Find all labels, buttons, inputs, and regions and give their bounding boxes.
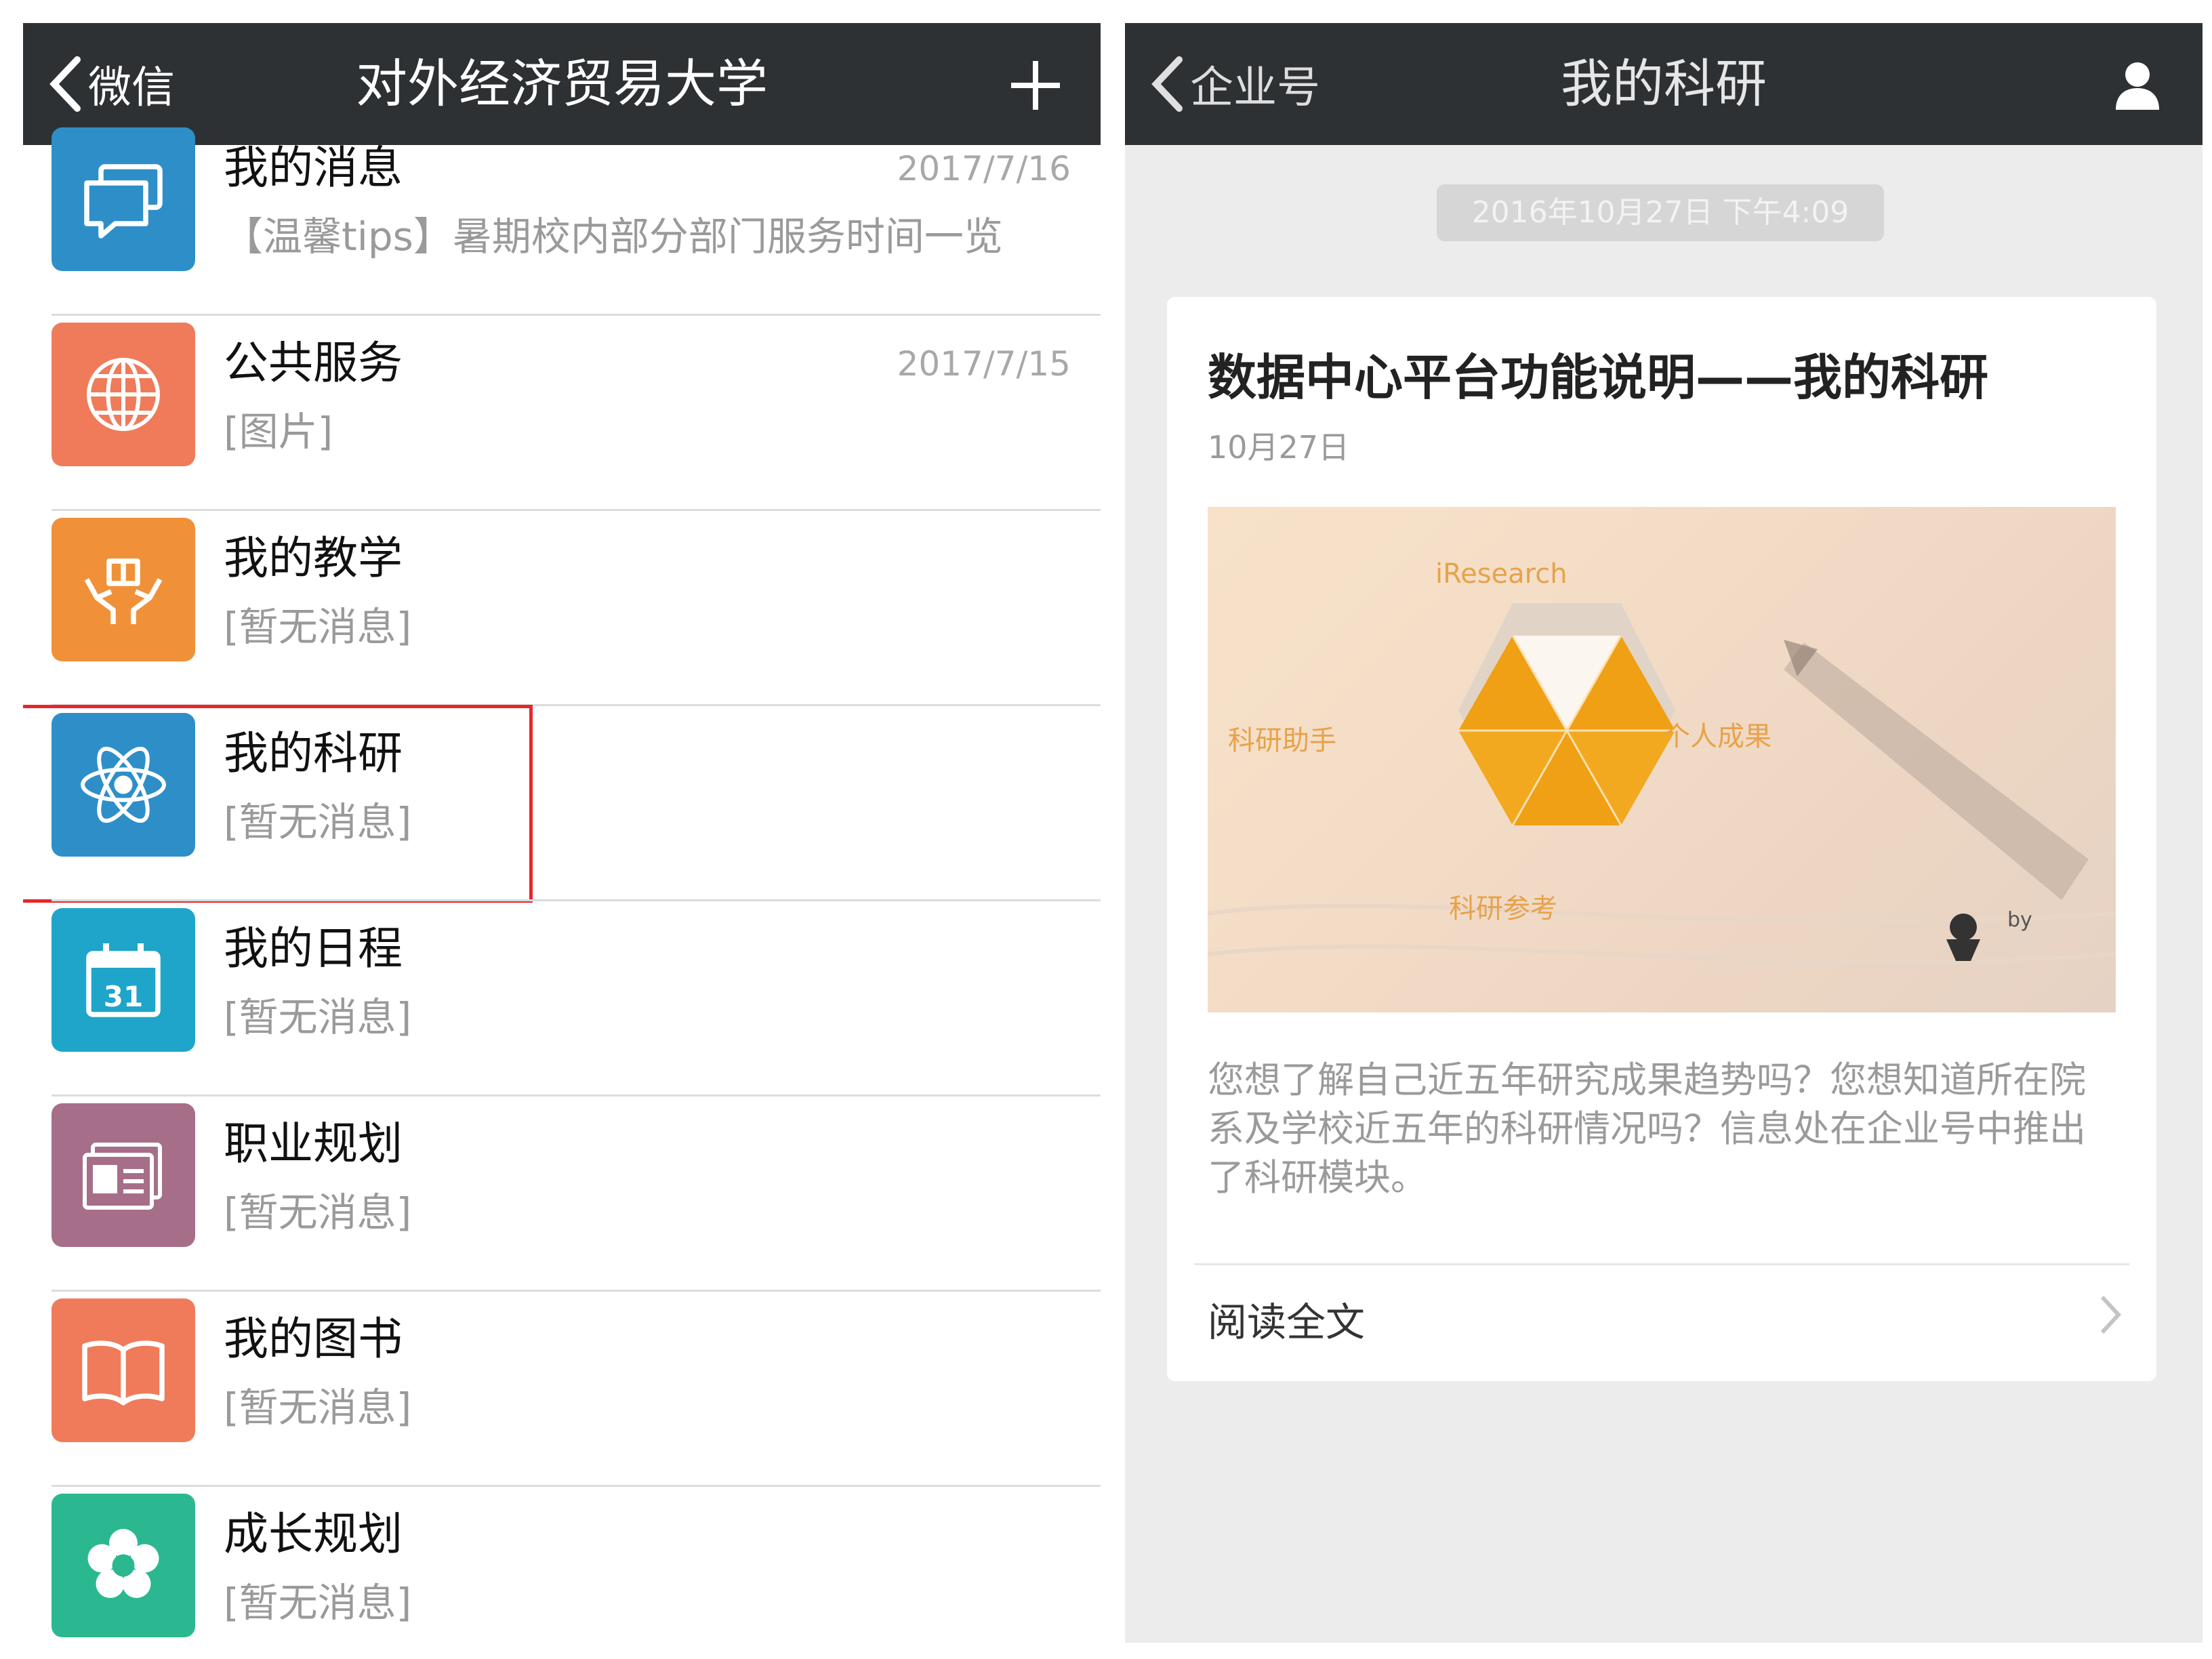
cover-bottom-label: 科研参考 <box>1449 893 1557 924</box>
item-subtitle: 【温馨tips】暑期校内部分部门服务时间一览 <box>224 213 1003 260</box>
item-subtitle: [图片] <box>224 409 333 455</box>
flower-icon <box>52 1494 195 1637</box>
profile-button[interactable] <box>2110 58 2165 112</box>
list-item-my-books[interactable]: 我的图书 [暂无消息] <box>23 1292 1101 1487</box>
item-subtitle: [暂无消息] <box>224 1189 412 1235</box>
item-subtitle: [暂无消息] <box>224 604 412 650</box>
add-button[interactable] <box>1008 58 1063 112</box>
hands-book-icon <box>52 518 195 661</box>
list-item-my-messages[interactable]: 我的消息 2017/7/16 【温馨tips】暑期校内部分部门服务时间一览 <box>23 121 1101 316</box>
cover-left-label: 科研助手 <box>1228 725 1336 756</box>
article-cover-image: iResearch 科研助手 个人成果 科研参考 by <box>1208 507 2116 1012</box>
right-navigation-bar: 企业号 我的科研 <box>1125 23 2203 145</box>
item-subtitle: [暂无消息] <box>224 994 412 1040</box>
right-phone-screen: 企业号 我的科研 2016年10月27日 下午4:09 数据中心平台功能说明——… <box>1125 23 2203 1643</box>
read-full-article-link[interactable]: 阅读全文 <box>1208 1290 1365 1347</box>
id-card-icon <box>52 1103 195 1247</box>
item-date: 2017/7/15 <box>897 344 1071 384</box>
page-title: 我的科研 <box>1561 54 1767 114</box>
item-title: 我的科研 <box>224 727 403 779</box>
person-icon <box>2116 62 2159 110</box>
item-subtitle: [暂无消息] <box>224 799 412 845</box>
list-item-growth-planning[interactable]: 成长规划 [暂无消息] <box>23 1487 1101 1643</box>
list-item-my-schedule[interactable]: 31 我的日程 [暂无消息] <box>23 901 1101 1097</box>
item-title: 公共服务 <box>224 337 403 389</box>
item-title: 我的日程 <box>224 922 403 975</box>
item-title: 我的消息 <box>224 142 403 194</box>
calendar-icon: 31 <box>52 908 195 1052</box>
cover-brand: iResearch <box>1435 558 1568 590</box>
item-title: 成长规划 <box>224 1508 403 1560</box>
article-description: 您想了解自己近五年研究成果趋势吗？您想知道所在院系及学校近五年的科研情况吗？信息… <box>1208 1059 2086 1199</box>
item-subtitle: [暂无消息] <box>224 1580 412 1626</box>
open-book-icon <box>52 1298 195 1442</box>
chevron-right-icon <box>2100 1295 2122 1334</box>
cover-byline: by <box>2007 908 2032 932</box>
list-item-career-planning[interactable]: 职业规划 [暂无消息] <box>23 1097 1101 1292</box>
cover-illustration <box>1208 603 2116 964</box>
message-timestamp: 2016年10月27日 下午4:09 <box>1437 184 1884 241</box>
item-subtitle: [暂无消息] <box>224 1385 412 1431</box>
item-date: 2017/7/16 <box>897 149 1071 188</box>
item-title: 职业规划 <box>224 1118 403 1170</box>
article-card[interactable]: 数据中心平台功能说明——我的科研 10月27日 iResearch 科研助手 个… <box>1167 297 2156 1381</box>
item-title: 我的教学 <box>224 532 403 584</box>
article-title: 数据中心平台功能说明——我的科研 <box>1208 349 1989 406</box>
atom-icon <box>52 713 195 857</box>
left-phone-screen: 微信 对外经济贸易大学 我的消息 2017/7/16 【温馨tips】暑期校内部… <box>23 23 1101 1643</box>
list-item-my-teaching[interactable]: 我的教学 [暂无消息] <box>23 511 1101 706</box>
plus-icon <box>1011 61 1060 110</box>
cover-right-label: 个人成果 <box>1663 721 1771 752</box>
list-item-public-services[interactable]: 公共服务 2017/7/15 [图片] <box>23 316 1101 511</box>
card-divider <box>1194 1263 2129 1265</box>
globe-icon <box>52 323 195 466</box>
chat-bubbles-icon <box>52 127 195 271</box>
list-item-my-research[interactable]: 我的科研 [暂无消息] <box>23 705 1101 903</box>
item-title: 我的图书 <box>224 1313 403 1365</box>
app-list: 我的消息 2017/7/16 【温馨tips】暑期校内部分部门服务时间一览 公共… <box>23 127 1101 1643</box>
calendar-day-number: 31 <box>104 980 143 1013</box>
article-date: 10月27日 <box>1208 429 1350 466</box>
